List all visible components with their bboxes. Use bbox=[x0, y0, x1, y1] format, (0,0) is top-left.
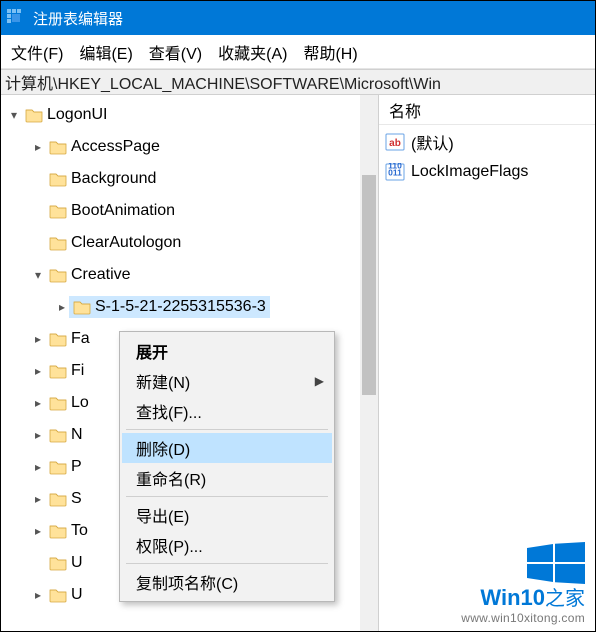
chevron-right-icon[interactable]: ▸ bbox=[31, 364, 45, 378]
folder-icon bbox=[49, 331, 67, 347]
folder-icon bbox=[49, 555, 67, 571]
regedit-icon bbox=[7, 9, 25, 27]
folder-icon bbox=[49, 139, 67, 155]
dword-value-icon: 011110 bbox=[385, 163, 405, 181]
values-header[interactable]: 名称 bbox=[379, 95, 595, 125]
ctx-find[interactable]: 查找(F)... bbox=[122, 396, 332, 426]
chevron-down-icon[interactable]: ▾ bbox=[31, 268, 45, 282]
string-value-icon: ab bbox=[385, 133, 405, 151]
address-path: 计算机\HKEY_LOCAL_MACHINE\SOFTWARE\Microsof… bbox=[5, 70, 441, 94]
tree-item-label: S-1-5-21-2255315536-3 bbox=[95, 298, 266, 316]
tree-scrollbar[interactable] bbox=[360, 95, 378, 631]
tree-item-label: BootAnimation bbox=[71, 202, 175, 220]
folder-icon bbox=[49, 395, 67, 411]
folder-icon bbox=[49, 587, 67, 603]
tree-item-label: Lo bbox=[71, 394, 89, 412]
tree-item-label: N bbox=[71, 426, 83, 444]
folder-icon bbox=[49, 427, 67, 443]
tree-item[interactable]: ▾ LogonUI bbox=[1, 99, 378, 131]
folder-icon bbox=[49, 491, 67, 507]
ctx-new[interactable]: 新建(N) ▶ bbox=[122, 366, 332, 396]
value-name: (默认) bbox=[411, 130, 454, 154]
folder-icon bbox=[49, 363, 67, 379]
tree-item-label: Creative bbox=[71, 266, 131, 284]
tree-item-label: AccessPage bbox=[71, 138, 160, 156]
chevron-right-icon[interactable]: ▸ bbox=[31, 492, 45, 506]
windows-logo-icon bbox=[461, 542, 585, 584]
value-row[interactable]: 011110 LockImageFlags bbox=[385, 157, 589, 187]
chevron-right-icon[interactable]: ▸ bbox=[31, 332, 45, 346]
window-title: 注册表编辑器 bbox=[33, 8, 123, 29]
chevron-right-icon[interactable]: ▸ bbox=[31, 140, 45, 154]
chevron-right-icon[interactable]: ▸ bbox=[31, 396, 45, 410]
menu-help[interactable]: 帮助(H) bbox=[303, 40, 357, 64]
ctx-delete[interactable]: 删除(D) bbox=[122, 433, 332, 463]
chevron-right-icon[interactable]: ▸ bbox=[31, 524, 45, 538]
chevron-right-icon[interactable]: ▸ bbox=[31, 460, 45, 474]
folder-icon bbox=[49, 523, 67, 539]
tree-item-label: S bbox=[71, 490, 82, 508]
column-name: 名称 bbox=[389, 98, 421, 122]
menu-view[interactable]: 查看(V) bbox=[149, 40, 202, 64]
menu-separator bbox=[126, 496, 328, 497]
chevron-down-icon[interactable]: ▾ bbox=[7, 108, 21, 122]
watermark-url: www.win10xitong.com bbox=[461, 611, 585, 625]
menu-file[interactable]: 文件(F) bbox=[11, 40, 63, 64]
menu-separator bbox=[126, 429, 328, 430]
svg-text:011110: 011110 bbox=[388, 163, 402, 178]
menu-separator bbox=[126, 563, 328, 564]
tree-item[interactable]: Background bbox=[1, 163, 378, 195]
tree-item-label: P bbox=[71, 458, 82, 476]
tree-item[interactable]: ▸ AccessPage bbox=[1, 131, 378, 163]
tree-item-label: LogonUI bbox=[47, 106, 108, 124]
folder-icon bbox=[49, 459, 67, 475]
folder-icon bbox=[73, 299, 91, 315]
menu-edit[interactable]: 编辑(E) bbox=[79, 40, 132, 64]
context-menu: 展开 新建(N) ▶ 查找(F)... 删除(D) 重命名(R) 导出(E) 权… bbox=[119, 331, 335, 602]
value-row[interactable]: ab (默认) bbox=[385, 127, 589, 157]
chevron-right-icon[interactable]: ▸ bbox=[31, 428, 45, 442]
svg-text:ab: ab bbox=[389, 138, 401, 149]
folder-icon bbox=[49, 203, 67, 219]
ctx-copy-key-name[interactable]: 复制项名称(C) bbox=[122, 567, 332, 597]
tree-item-label: To bbox=[71, 522, 88, 540]
tree-item[interactable]: BootAnimation bbox=[1, 195, 378, 227]
tree-item-label: U bbox=[71, 554, 83, 572]
tree-item-label: Fi bbox=[71, 362, 84, 380]
ctx-expand[interactable]: 展开 bbox=[122, 336, 332, 366]
value-name: LockImageFlags bbox=[411, 163, 528, 181]
menu-favorites[interactable]: 收藏夹(A) bbox=[218, 40, 287, 64]
menu-bar: 文件(F) 编辑(E) 查看(V) 收藏夹(A) 帮助(H) bbox=[1, 35, 595, 69]
scroll-thumb[interactable] bbox=[362, 175, 376, 395]
tree-item[interactable]: ▾ Creative bbox=[1, 259, 378, 291]
folder-icon bbox=[49, 235, 67, 251]
ctx-permissions[interactable]: 权限(P)... bbox=[122, 530, 332, 560]
tree-item-label: ClearAutologon bbox=[71, 234, 181, 252]
title-bar: 注册表编辑器 bbox=[1, 1, 595, 35]
watermark-brand: Win10之家 bbox=[461, 582, 585, 611]
tree-item-label: Background bbox=[71, 170, 156, 188]
tree-item[interactable]: ClearAutologon bbox=[1, 227, 378, 259]
folder-icon bbox=[49, 267, 67, 283]
chevron-right-icon[interactable]: ▸ bbox=[55, 300, 69, 314]
chevron-right-icon[interactable]: ▸ bbox=[31, 588, 45, 602]
chevron-right-icon: ▶ bbox=[315, 374, 324, 388]
watermark: Win10之家 www.win10xitong.com bbox=[461, 542, 585, 625]
tree-item-label: U bbox=[71, 586, 83, 604]
folder-icon bbox=[49, 171, 67, 187]
ctx-export[interactable]: 导出(E) bbox=[122, 500, 332, 530]
tree-item-label: Fa bbox=[71, 330, 90, 348]
folder-icon bbox=[25, 107, 43, 123]
ctx-rename[interactable]: 重命名(R) bbox=[122, 463, 332, 493]
tree-item[interactable]: ▸ S-1-5-21-2255315536-3 bbox=[1, 291, 378, 323]
address-bar[interactable]: 计算机\HKEY_LOCAL_MACHINE\SOFTWARE\Microsof… bbox=[1, 69, 595, 95]
